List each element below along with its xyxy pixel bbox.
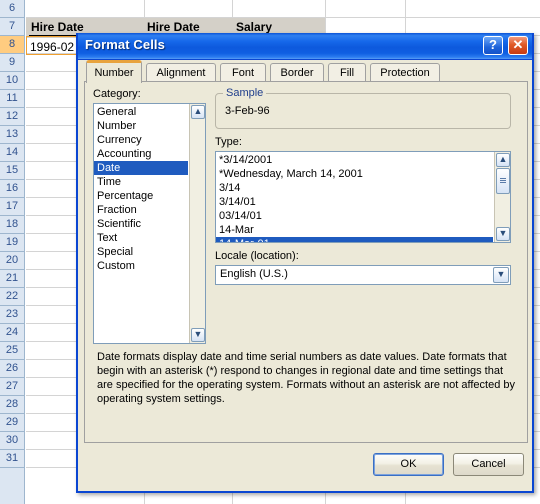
row-header-11[interactable]: 11 bbox=[0, 90, 25, 108]
format-cells-dialog: Format Cells ? ✕ Number Alignment Font Bord… bbox=[76, 33, 534, 493]
tab-protection[interactable]: Protection bbox=[370, 63, 440, 82]
dialog-titlebar[interactable]: Format Cells ? ✕ bbox=[78, 33, 532, 60]
tab-font[interactable]: Font bbox=[220, 63, 266, 82]
category-item-5[interactable]: Time bbox=[94, 175, 188, 189]
row-header-12[interactable]: 12 bbox=[0, 108, 25, 126]
tab-strip: Number Alignment Font Border Fill Protection bbox=[78, 59, 532, 83]
row-header-20[interactable]: 20 bbox=[0, 252, 25, 270]
ok-button[interactable]: OK bbox=[373, 453, 444, 476]
type-item-5[interactable]: 14-Mar bbox=[216, 223, 493, 237]
type-item-1[interactable]: *Wednesday, March 14, 2001 bbox=[216, 167, 493, 181]
locale-value: English (U.S.) bbox=[220, 268, 288, 280]
row-header-26[interactable]: 26 bbox=[0, 360, 25, 378]
category-item-1[interactable]: Number bbox=[94, 119, 188, 133]
row-header-7[interactable]: 7 bbox=[0, 18, 25, 36]
locale-label: Locale (location): bbox=[215, 250, 299, 262]
format-description: Date formats display date and time seria… bbox=[97, 351, 516, 405]
category-item-8[interactable]: Scientific bbox=[94, 217, 188, 231]
row-header-27[interactable]: 27 bbox=[0, 378, 25, 396]
row-header-10[interactable]: 10 bbox=[0, 72, 25, 90]
tab-fill[interactable]: Fill bbox=[328, 63, 366, 82]
sample-label: Sample bbox=[223, 87, 267, 99]
category-item-11[interactable]: Custom bbox=[94, 259, 188, 273]
scrollbar-thumb[interactable] bbox=[496, 168, 510, 194]
type-item-2[interactable]: 3/14 bbox=[216, 181, 493, 195]
cell-header-hire-date-1[interactable]: Hire Date bbox=[31, 20, 84, 34]
category-label: Category: bbox=[93, 88, 141, 100]
tab-number[interactable]: Number bbox=[86, 60, 142, 83]
number-tab-panel: Category: General Number Currency Accountin… bbox=[84, 81, 528, 443]
dialog-title: Format Cells bbox=[85, 37, 165, 52]
close-icon[interactable]: ✕ bbox=[508, 36, 528, 55]
row-header-25[interactable]: 25 bbox=[0, 342, 25, 360]
category-item-10[interactable]: Special bbox=[94, 245, 188, 259]
row-header-18[interactable]: 18 bbox=[0, 216, 25, 234]
cell-header-salary[interactable]: Salary bbox=[236, 20, 272, 34]
row-header-30[interactable]: 30 bbox=[0, 432, 25, 450]
category-item-4[interactable]: Date bbox=[94, 161, 188, 175]
row-header-9[interactable]: 9 bbox=[0, 54, 25, 72]
type-listbox[interactable]: *3/14/2001 *Wednesday, March 14, 2001 3/14… bbox=[215, 151, 511, 243]
help-icon[interactable]: ? bbox=[483, 36, 503, 55]
row-header-24[interactable]: 24 bbox=[0, 324, 25, 342]
row-header-15[interactable]: 15 bbox=[0, 162, 25, 180]
category-item-9[interactable]: Text bbox=[94, 231, 188, 245]
row-header-22[interactable]: 22 bbox=[0, 288, 25, 306]
category-item-6[interactable]: Percentage bbox=[94, 189, 188, 203]
type-label: Type: bbox=[215, 136, 242, 148]
category-listbox[interactable]: General Number Currency Accounting Date Time P… bbox=[93, 103, 206, 344]
scroll-down-icon[interactable]: ▼ bbox=[496, 227, 510, 241]
sample-value: 3-Feb-96 bbox=[225, 105, 270, 117]
row-header-6[interactable]: 6 bbox=[0, 0, 25, 18]
cell-r8c1-value[interactable]: 1996-02 bbox=[30, 40, 74, 54]
locale-combobox[interactable]: English (U.S.) ▼ bbox=[215, 265, 511, 285]
sample-groupbox: Sample 3-Feb-96 bbox=[215, 87, 511, 129]
category-item-list: General Number Currency Accounting Date Time P… bbox=[94, 104, 188, 273]
scroll-up-icon[interactable]: ▲ bbox=[191, 105, 205, 119]
row-header-29[interactable]: 29 bbox=[0, 414, 25, 432]
row-header-21[interactable]: 21 bbox=[0, 270, 25, 288]
chevron-down-icon[interactable]: ▼ bbox=[493, 267, 509, 283]
row-header-23[interactable]: 23 bbox=[0, 306, 25, 324]
row-header-14[interactable]: 14 bbox=[0, 144, 25, 162]
tab-alignment[interactable]: Alignment bbox=[146, 63, 216, 82]
type-item-0[interactable]: *3/14/2001 bbox=[216, 153, 493, 167]
category-scrollbar[interactable]: ▲ ▼ bbox=[189, 104, 205, 343]
cell-header-hire-date-2[interactable]: Hire Date bbox=[147, 20, 200, 34]
scroll-up-icon[interactable]: ▲ bbox=[496, 153, 510, 167]
row-header-13[interactable]: 13 bbox=[0, 126, 25, 144]
type-item-4[interactable]: 03/14/01 bbox=[216, 209, 493, 223]
type-item-list: *3/14/2001 *Wednesday, March 14, 2001 3/14… bbox=[216, 152, 493, 242]
cancel-button[interactable]: Cancel bbox=[453, 453, 524, 476]
row-header-17[interactable]: 17 bbox=[0, 198, 25, 216]
row-header-16[interactable]: 16 bbox=[0, 180, 25, 198]
scroll-down-icon[interactable]: ▼ bbox=[191, 328, 205, 342]
row-header-8[interactable]: 8 bbox=[0, 36, 25, 54]
row-gridline bbox=[26, 17, 540, 18]
row-header-31[interactable]: 31 bbox=[0, 450, 25, 468]
category-item-3[interactable]: Accounting bbox=[94, 147, 188, 161]
type-item-6[interactable]: 14-Mar-01 bbox=[216, 237, 493, 242]
row-header-28[interactable]: 28 bbox=[0, 396, 25, 414]
category-item-7[interactable]: Fraction bbox=[94, 203, 188, 217]
category-item-0[interactable]: General bbox=[94, 105, 188, 119]
tab-border[interactable]: Border bbox=[270, 63, 324, 82]
row-header-19[interactable]: 19 bbox=[0, 234, 25, 252]
type-item-3[interactable]: 3/14/01 bbox=[216, 195, 493, 209]
category-item-2[interactable]: Currency bbox=[94, 133, 188, 147]
type-scrollbar[interactable]: ▲ ▼ bbox=[494, 152, 510, 242]
